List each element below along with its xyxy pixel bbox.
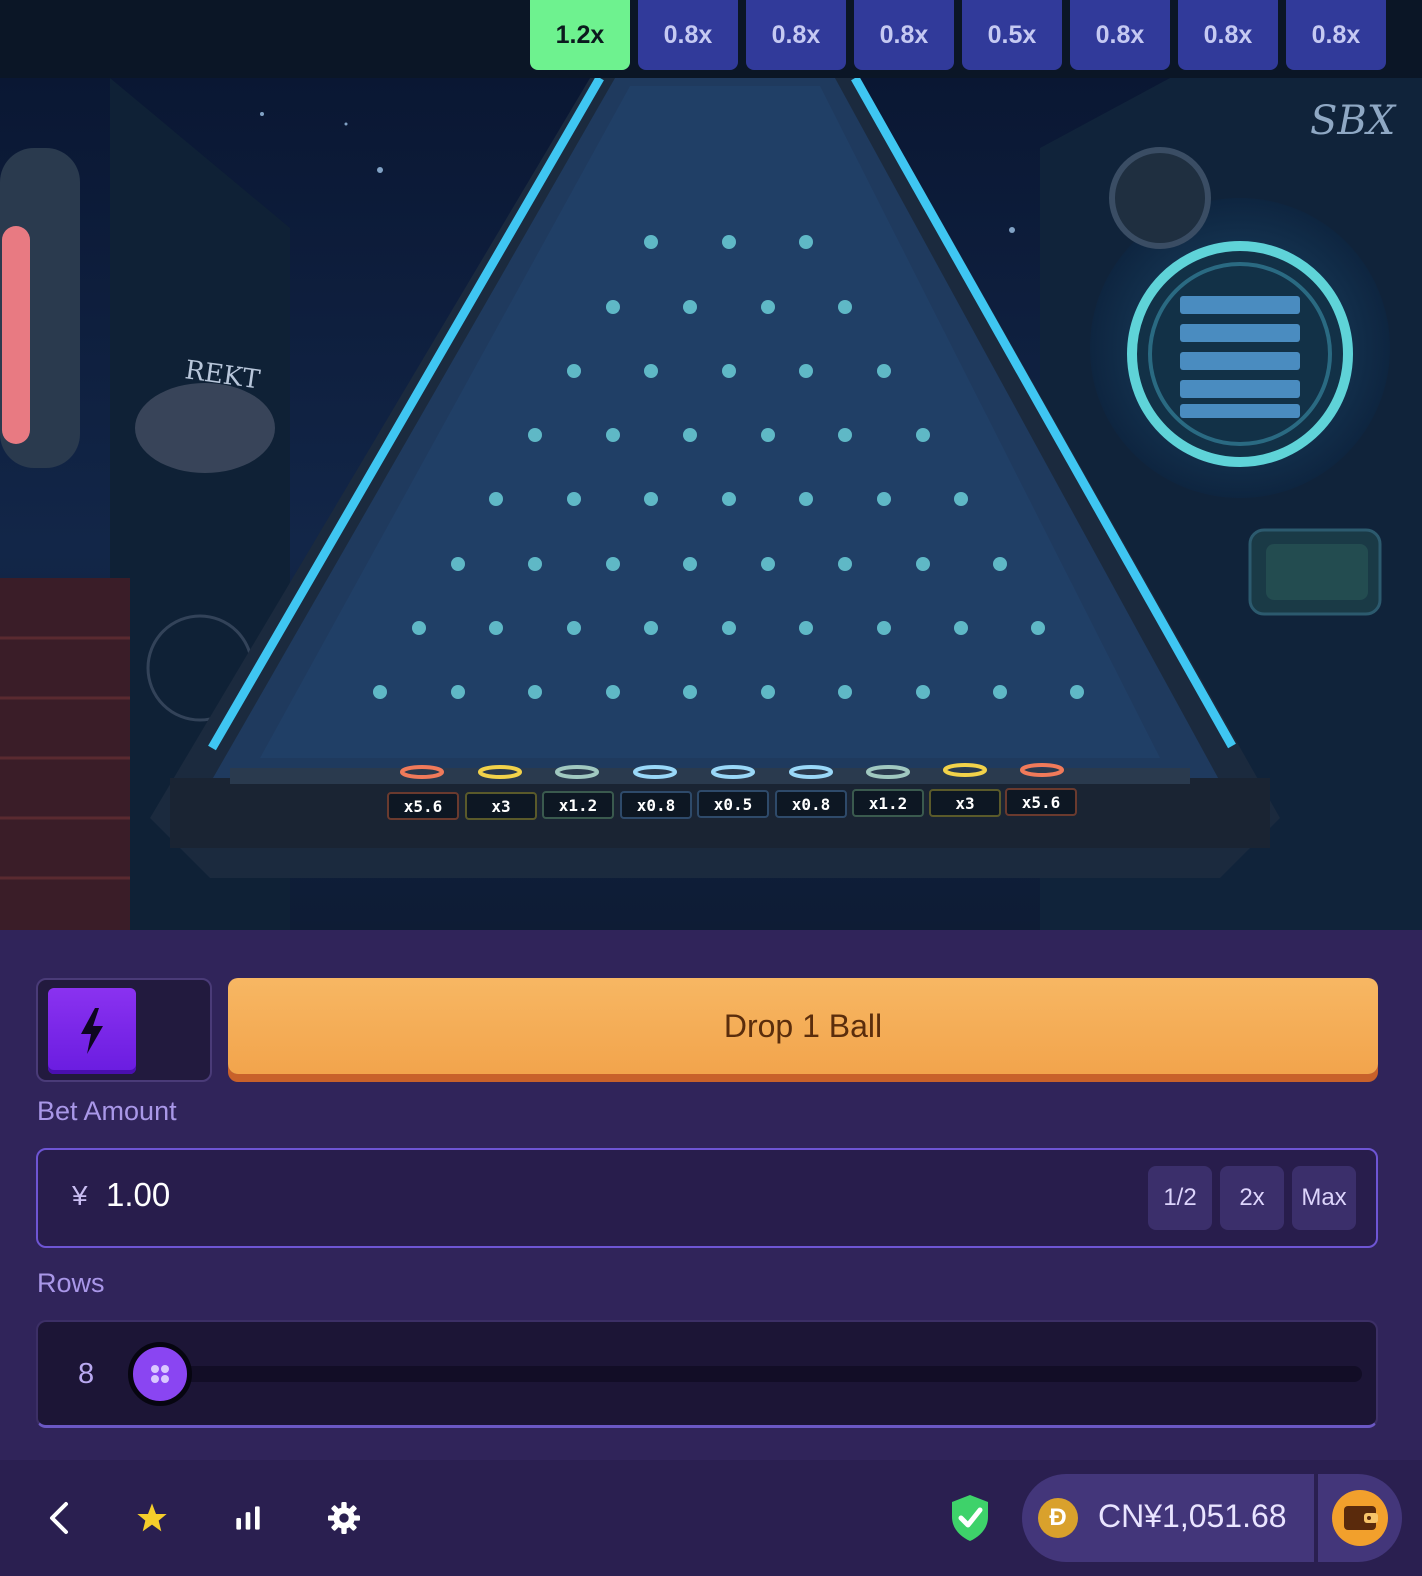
half-bet-button[interactable]: 1/2 <box>1148 1166 1212 1230</box>
plinko-board: REKT SBX x5.6 x3 x1.2 x0.8 x0.5 x0.8 x1.… <box>0 78 1422 930</box>
bet-amount-field[interactable]: ¥ 1.00 1/2 2x Max <box>36 1148 1378 1248</box>
history-chip: 1.2x <box>530 0 630 70</box>
provably-fair-button[interactable] <box>940 1486 1000 1550</box>
rows-value: 8 <box>78 1358 95 1390</box>
history-chip: 0.8x <box>1070 0 1170 70</box>
shield-check-icon <box>952 1495 988 1541</box>
history-chip: 0.8x <box>1286 0 1386 70</box>
chevron-left-icon <box>50 1502 68 1534</box>
multiplier-bucket: x0.8 <box>775 790 847 818</box>
turbo-button[interactable] <box>48 988 136 1074</box>
wallet-icon <box>1332 1490 1388 1546</box>
drop-ball-button[interactable]: Drop 1 Ball <box>228 978 1378 1074</box>
double-bet-button[interactable]: 2x <box>1220 1166 1284 1230</box>
history-chip: 0.8x <box>638 0 738 70</box>
wallet-button[interactable] <box>1314 1474 1402 1562</box>
stats-button[interactable] <box>220 1490 276 1546</box>
bet-amount-input[interactable]: 1.00 <box>106 1176 170 1214</box>
history-chip: 0.8x <box>746 0 846 70</box>
multiplier-bucket: x1.2 <box>542 791 614 819</box>
rows-slider-thumb[interactable] <box>128 1342 192 1406</box>
multiplier-bucket: x3 <box>465 792 537 820</box>
turbo-toggle[interactable] <box>36 978 212 1082</box>
control-panel: Drop 1 Ball Bet Amount ¥ 1.00 1/2 2x Max… <box>0 930 1422 1460</box>
back-button[interactable] <box>30 1490 86 1546</box>
multiplier-bucket: x1.2 <box>852 789 924 817</box>
multiplier-bucket: x5.6 <box>387 792 459 820</box>
favorite-button[interactable] <box>124 1490 180 1546</box>
bar-chart-icon <box>236 1506 260 1530</box>
grip-icon <box>151 1365 169 1383</box>
star-icon <box>137 1503 167 1532</box>
multiplier-history: 1.2x 0.8x 0.8x 0.8x 0.5x 0.8x 0.8x 0.8x <box>0 0 1422 78</box>
currency-symbol: ¥ <box>72 1180 88 1211</box>
balance-amount: CN¥1,051.68 <box>1098 1498 1287 1534</box>
history-chip: 0.8x <box>1178 0 1278 70</box>
gear-icon <box>328 1502 360 1534</box>
multiplier-bucket: x0.8 <box>620 791 692 819</box>
balance-display[interactable]: Ð CN¥1,051.68 <box>1022 1474 1402 1562</box>
max-bet-button[interactable]: Max <box>1292 1166 1356 1230</box>
settings-button[interactable] <box>316 1490 372 1546</box>
rows-slider-track[interactable] <box>158 1366 1362 1382</box>
multiplier-bucket: x0.5 <box>697 790 769 818</box>
coin-icon: Ð <box>1038 1498 1078 1538</box>
multiplier-bucket: x3 <box>929 789 1001 817</box>
sbx-graffiti: SBX <box>1310 98 1397 144</box>
history-chip: 0.5x <box>962 0 1062 70</box>
bottom-bar: Ð CN¥1,051.68 <box>0 1460 1422 1576</box>
bet-amount-label: Bet Amount <box>37 1096 177 1126</box>
multiplier-bucket: x5.6 <box>1005 788 1077 816</box>
rows-label: Rows <box>37 1268 105 1298</box>
history-chip: 0.8x <box>854 0 954 70</box>
lightning-icon <box>81 1008 103 1054</box>
rows-slider[interactable]: 8 <box>36 1320 1378 1428</box>
